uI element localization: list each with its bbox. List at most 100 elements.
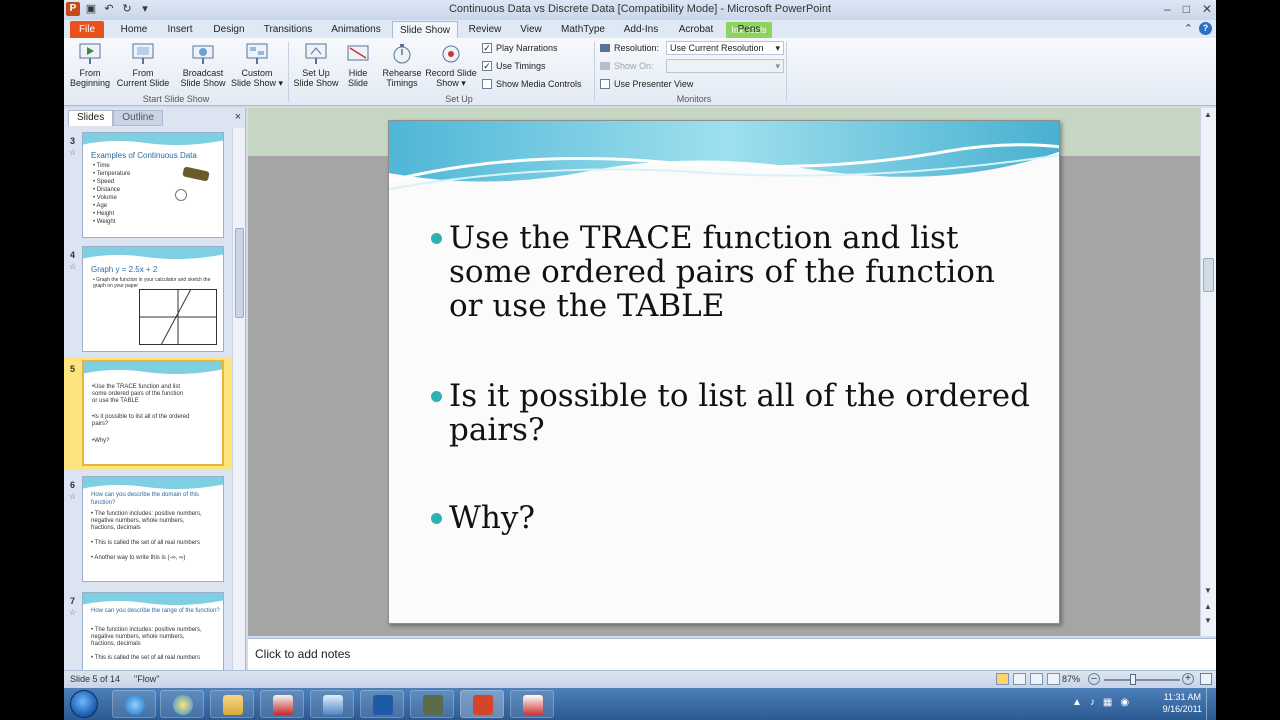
slide-thumbnail[interactable]: Graph y = 2.5x + 2 • Graph the function … [82, 246, 224, 352]
set-up-slide-show-button[interactable]: Set Up Slide Show [292, 42, 340, 88]
tray-icons: ▲ ♪ ▦ ◉ [1072, 697, 1129, 708]
slide-bullet[interactable]: Is it possible to list all of the ordere… [431, 379, 1031, 447]
tab-slide-show[interactable]: Slide Show [392, 21, 458, 38]
taskbar-app[interactable] [510, 690, 554, 718]
taskbar-app[interactable] [310, 690, 354, 718]
thumbnail-row[interactable]: 4 ☆ Graph y = 2.5x + 2 • Graph the funct… [64, 244, 232, 356]
slide-thumbnail[interactable]: How can you describe the domain of this … [82, 476, 224, 582]
custom-slide-show-button[interactable]: Custom Slide Show ▾ [230, 42, 284, 88]
reading-view-icon[interactable] [1030, 673, 1043, 685]
scroll-down-icon[interactable]: ▼ [1204, 586, 1212, 595]
document-icon [523, 695, 543, 715]
start-button[interactable] [70, 690, 98, 718]
tab-mathtype[interactable]: MathType [558, 21, 608, 38]
notes-pane[interactable]: Click to add notes [248, 638, 1216, 670]
taskbar-ie-app[interactable] [112, 690, 156, 718]
fit-to-window-icon[interactable] [1200, 673, 1212, 685]
scrollbar-thumb[interactable] [235, 228, 244, 318]
slide-thumbnail[interactable]: •Use the TRACE function and list some or… [82, 360, 224, 466]
title-bar: P ▣ ↶ ↻ ▾ Continuous Data vs Discrete Da… [64, 0, 1216, 20]
wave-header-graphic [83, 247, 223, 261]
slide-bullet[interactable]: Use the TRACE function and list some ord… [431, 221, 1031, 323]
folder-icon [223, 695, 243, 715]
zoom-slider-handle[interactable] [1130, 674, 1136, 685]
rehearse-timings-button[interactable]: Rehearse Timings [380, 42, 424, 88]
slide-show-view-icon[interactable] [1047, 673, 1060, 685]
tab-transitions[interactable]: Transitions [258, 21, 318, 38]
minimize-ribbon-icon[interactable]: ⌃ [1184, 22, 1193, 35]
volume-icon[interactable]: ♪ [1090, 697, 1095, 708]
animation-star-icon: ☆ [69, 608, 77, 617]
taskbar-powerpoint-app[interactable] [460, 690, 504, 718]
hide-slide-button[interactable]: Hide Slide [342, 42, 374, 88]
taskbar-app[interactable] [410, 690, 454, 718]
tab-outline[interactable]: Outline [113, 110, 163, 126]
from-current-slide-button[interactable]: From Current Slide [116, 42, 170, 88]
tab-animations[interactable]: Animations [326, 21, 386, 38]
normal-view-icon[interactable] [996, 673, 1009, 685]
current-slide[interactable]: Use the TRACE function and list some ord… [388, 120, 1060, 624]
record-icon [442, 45, 460, 63]
slide-bullet[interactable]: Why? [431, 501, 1031, 535]
ribbon-help-controls: ⌃ ? [1184, 22, 1212, 35]
zoom-slider[interactable] [1104, 679, 1180, 681]
play-narrations-checkbox[interactable]: ✓ Play Narrations [482, 43, 558, 53]
slide-thumbnail[interactable]: Examples of Continuous Data • Time • Tem… [82, 132, 224, 238]
show-hidden-icons-icon[interactable]: ▲ [1072, 697, 1082, 708]
thumbnail-row[interactable]: 6 ☆ How can you describe the domain of t… [64, 474, 232, 586]
close-window-icon[interactable]: ✕ [1202, 2, 1212, 16]
show-media-controls-checkbox[interactable]: Show Media Controls [482, 79, 582, 89]
use-timings-checkbox[interactable]: ✓ Use Timings [482, 61, 546, 71]
tab-file[interactable]: File [70, 21, 104, 38]
maximize-icon[interactable]: □ [1183, 2, 1190, 16]
taskbar-app[interactable] [260, 690, 304, 718]
tab-design[interactable]: Design [208, 21, 250, 38]
zoom-level[interactable]: 87% [1062, 674, 1080, 684]
checkbox-unchecked-icon [482, 79, 492, 89]
stopwatch-icon [393, 44, 411, 64]
security-icon[interactable]: ◉ [1120, 697, 1129, 708]
help-icon[interactable]: ? [1199, 22, 1212, 35]
tab-add-ins[interactable]: Add-Ins [618, 21, 664, 38]
taskbar-browser-app[interactable] [160, 690, 204, 718]
thumbnail-row[interactable]: 7 ☆ How can you describe the range of th… [64, 590, 232, 670]
bullet-dot [431, 233, 442, 244]
broadcast-slide-show-button[interactable]: Broadcast Slide Show [176, 42, 230, 88]
thumbnails-scrollbar[interactable] [232, 128, 245, 670]
calendar-icon [273, 695, 293, 715]
use-presenter-view-checkbox[interactable]: Use Presenter View [600, 79, 693, 89]
minimize-icon[interactable]: – [1164, 2, 1171, 16]
tab-pens[interactable]: Pens [726, 21, 772, 38]
editor-scrollbar[interactable]: ▲ ▼ ▲ ▼ [1200, 108, 1216, 636]
taskbar-word-app[interactable] [360, 690, 404, 718]
taskbar-explorer-app[interactable] [210, 690, 254, 718]
tab-view[interactable]: View [514, 21, 548, 38]
next-slide-icon[interactable]: ▼ [1204, 616, 1212, 625]
thumbnail-row[interactable]: 3 ☆ Examples of Continuous Data • Time •… [64, 130, 232, 242]
slide-sorter-icon[interactable] [1013, 673, 1026, 685]
taskbar-clock[interactable]: 11:31 AM 9/16/2011 [1163, 691, 1202, 715]
tab-acrobat[interactable]: Acrobat [674, 21, 718, 38]
show-on-dropdown[interactable]: ▾ [666, 59, 784, 73]
zoom-out-icon[interactable]: – [1088, 673, 1100, 685]
scroll-up-icon[interactable]: ▲ [1204, 110, 1212, 119]
notes-app-icon [323, 695, 343, 715]
tab-home[interactable]: Home [114, 21, 154, 38]
pane-tabs: Slides Outline [68, 110, 163, 126]
close-pane-icon[interactable]: × [235, 111, 241, 123]
resolution-dropdown[interactable]: Use Current Resolution ▾ [666, 41, 784, 55]
previous-slide-icon[interactable]: ▲ [1204, 602, 1212, 611]
from-beginning-button[interactable]: From Beginning [68, 42, 112, 88]
thumbnail-row-selected[interactable]: 5 •Use the TRACE function and list some … [64, 358, 232, 470]
tab-review[interactable]: Review [464, 21, 506, 38]
record-slide-show-button[interactable]: Record Slide Show ▾ [424, 42, 478, 88]
set-up-show-icon [305, 43, 327, 64]
bullet-dot [431, 513, 442, 524]
tab-insert[interactable]: Insert [160, 21, 200, 38]
show-desktop-button[interactable] [1206, 688, 1216, 720]
network-icon[interactable]: ▦ [1103, 697, 1112, 708]
tab-slides[interactable]: Slides [68, 110, 114, 126]
scrollbar-thumb[interactable] [1203, 258, 1214, 292]
zoom-in-icon[interactable]: + [1182, 673, 1194, 685]
slide-thumbnail[interactable]: How can you describe the range of the fu… [82, 592, 224, 670]
